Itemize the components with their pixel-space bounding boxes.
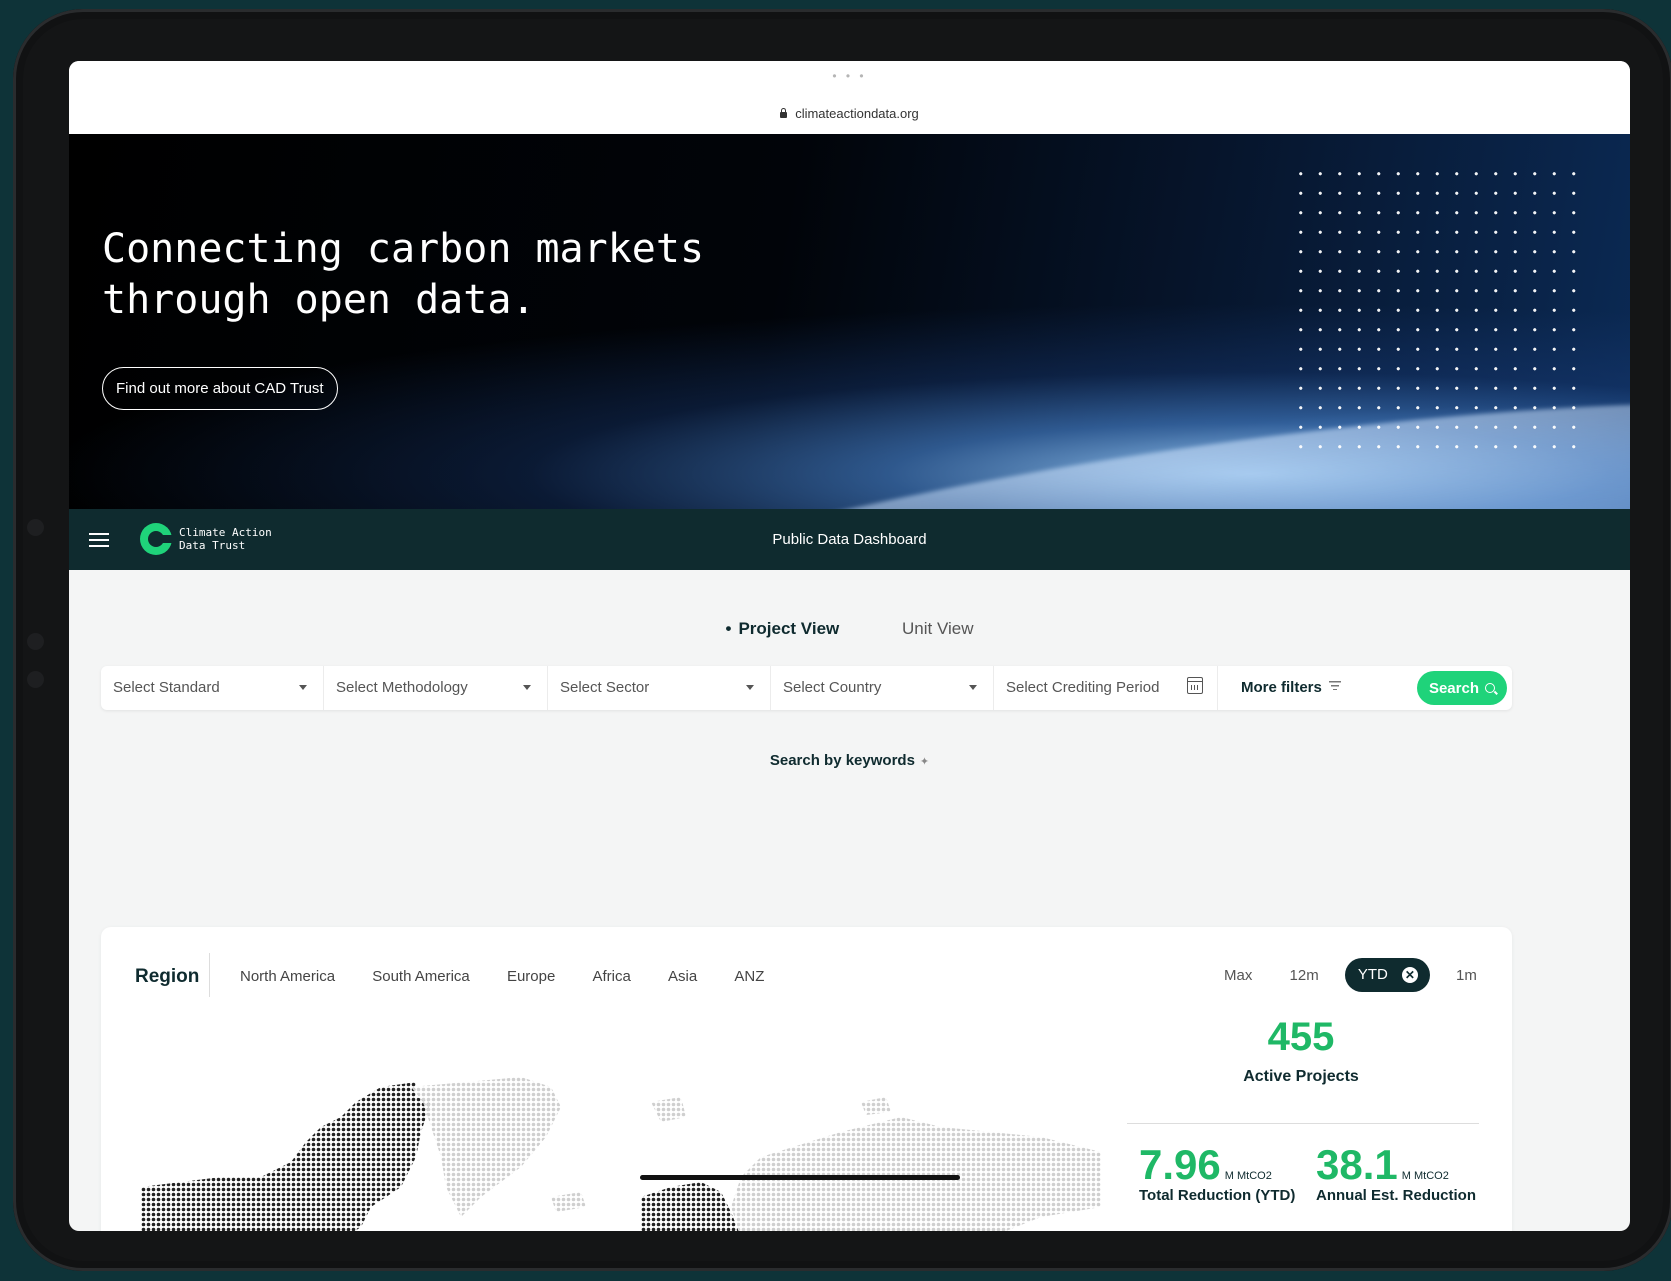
hero-banner: Connecting carbon markets through open d… bbox=[69, 134, 1630, 509]
period-tab-12m[interactable]: 12m bbox=[1290, 967, 1319, 984]
select-country-label: Select Country bbox=[783, 679, 882, 696]
annual-reduction-label: Annual Est. Reduction bbox=[1316, 1187, 1477, 1204]
region-tab-europe[interactable]: Europe bbox=[507, 968, 555, 985]
browser-dots[interactable]: • • • bbox=[69, 69, 1630, 83]
calendar-icon bbox=[1187, 677, 1203, 694]
hero-title: Connecting carbon markets through open d… bbox=[102, 224, 842, 326]
region-tabs: North America South America Europe Afric… bbox=[240, 968, 797, 985]
tablet-sensor-dot bbox=[27, 671, 44, 688]
caret-down-icon bbox=[746, 685, 754, 690]
north-america-region bbox=[141, 1082, 431, 1231]
region-tab-north-america[interactable]: North America bbox=[240, 968, 335, 985]
period-tab-ytd-label: YTD bbox=[1357, 966, 1388, 984]
total-reduction-label: Total Reduction (YTD) bbox=[1139, 1187, 1296, 1204]
select-crediting-period-label: Select Crediting Period bbox=[1006, 679, 1160, 696]
more-filters-label: More filters bbox=[1241, 679, 1322, 696]
select-sector-label: Select Sector bbox=[560, 679, 650, 696]
screen: • • • climateactiondata.org Connecting c… bbox=[69, 61, 1630, 1231]
tablet-camera-dot bbox=[27, 519, 44, 536]
total-reduction-unit: M MtCO2 bbox=[1224, 1170, 1272, 1182]
select-crediting-period[interactable]: Select Crediting Period bbox=[994, 666, 1218, 710]
annual-reduction-value: 38.1 bbox=[1316, 1141, 1398, 1188]
tab-unit-view[interactable]: Unit View bbox=[902, 619, 974, 639]
tablet-sensor-dot bbox=[27, 633, 44, 650]
select-methodology-label: Select Methodology bbox=[336, 679, 468, 696]
region-divider bbox=[209, 953, 210, 997]
browser-bar: • • • climateactiondata.org bbox=[69, 61, 1630, 135]
period-tab-1m[interactable]: 1m bbox=[1456, 967, 1477, 984]
hero-title-line1: Connecting carbon markets bbox=[102, 226, 705, 272]
view-toggle: Project View Unit View bbox=[69, 619, 1630, 639]
caret-down-icon bbox=[969, 685, 977, 690]
region-tab-africa[interactable]: Africa bbox=[593, 968, 631, 985]
url-text: climateactiondata.org bbox=[795, 106, 919, 121]
select-methodology[interactable]: Select Methodology bbox=[324, 666, 548, 710]
search-button-label: Search bbox=[1428, 679, 1479, 697]
filter-icon bbox=[1328, 681, 1341, 690]
region-card: Region North America South America Europ… bbox=[101, 927, 1512, 1231]
active-projects-label: Active Projects bbox=[1243, 1068, 1359, 1085]
search-icon bbox=[1485, 682, 1495, 693]
annual-reduction-stat: 38.1 M MtCO2 Annual Est. Reduction bbox=[1316, 1141, 1476, 1204]
find-out-more-button[interactable]: Find out more about CAD Trust bbox=[102, 367, 338, 410]
select-standard[interactable]: Select Standard bbox=[101, 666, 324, 710]
dot-grid-decoration bbox=[1291, 164, 1591, 464]
active-projects-value: 455 bbox=[1267, 1015, 1335, 1059]
stats-divider bbox=[1127, 1123, 1479, 1124]
lock-icon bbox=[780, 108, 788, 118]
navbar: Climate Action Data Trust Public Data Da… bbox=[69, 509, 1630, 570]
page-title: Public Data Dashboard bbox=[772, 531, 927, 548]
sparkle-icon: ✦ bbox=[919, 756, 930, 768]
region-label: Region bbox=[135, 966, 200, 987]
home-indicator[interactable] bbox=[640, 1175, 960, 1180]
address-bar[interactable]: climateactiondata.org bbox=[69, 106, 1630, 121]
filter-bar: Select Standard Select Methodology Selec… bbox=[101, 666, 1512, 710]
caret-down-icon bbox=[299, 685, 307, 690]
close-icon[interactable]: ✕ bbox=[1401, 967, 1418, 984]
europe-africa-region bbox=[641, 1182, 739, 1231]
region-tab-south-america[interactable]: South America bbox=[372, 968, 470, 985]
period-tab-ytd[interactable]: YTD ✕ bbox=[1344, 958, 1430, 992]
tab-project-view[interactable]: Project View bbox=[726, 619, 839, 639]
total-reduction-value: 7.96 bbox=[1139, 1141, 1221, 1188]
select-standard-label: Select Standard bbox=[113, 679, 220, 696]
search-button[interactable]: Search bbox=[1416, 671, 1507, 705]
search-by-keywords-link[interactable]: Search by keywords ✦ bbox=[69, 752, 1630, 769]
search-by-keywords-label: Search by keywords bbox=[769, 752, 915, 769]
greenland-region bbox=[411, 1077, 561, 1217]
total-reduction-stat: 7.96 M MtCO2 Total Reduction (YTD) bbox=[1139, 1141, 1295, 1204]
eurasia-region bbox=[731, 1117, 1101, 1231]
period-tabs: Max 12m YTD ✕ 1m bbox=[1224, 958, 1477, 992]
region-tab-asia[interactable]: Asia bbox=[668, 968, 697, 985]
world-dot-map[interactable] bbox=[141, 1077, 1101, 1231]
region-tab-anz[interactable]: ANZ bbox=[734, 968, 764, 985]
select-sector[interactable]: Select Sector bbox=[548, 666, 771, 710]
select-country[interactable]: Select Country bbox=[771, 666, 994, 710]
caret-down-icon bbox=[523, 685, 531, 690]
more-filters-button[interactable]: More filters bbox=[1241, 679, 1341, 696]
period-tab-max[interactable]: Max bbox=[1224, 967, 1252, 984]
annual-reduction-unit: M MtCO2 bbox=[1401, 1170, 1449, 1182]
hero-title-line2: through open data. bbox=[102, 277, 536, 323]
